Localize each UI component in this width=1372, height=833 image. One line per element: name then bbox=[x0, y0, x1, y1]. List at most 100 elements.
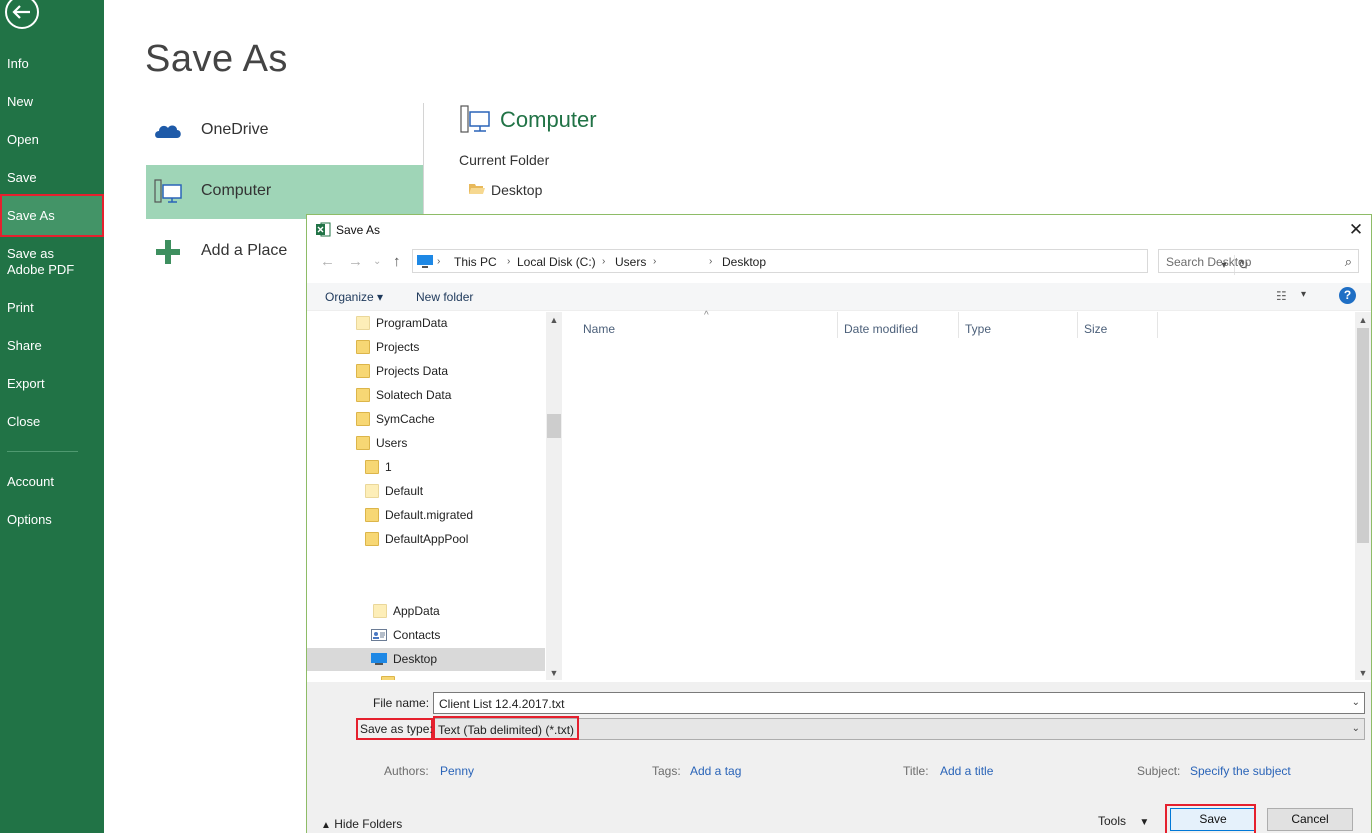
recent-dropdown-icon[interactable]: ⌄ bbox=[373, 256, 381, 267]
tree-item-selected[interactable]: Desktop bbox=[307, 648, 545, 671]
hide-folders-label: Hide Folders bbox=[334, 817, 403, 831]
address-bar[interactable]: › This PC › Local Disk (C:) › Users › › … bbox=[412, 249, 1249, 275]
nav-save-as[interactable]: Save As bbox=[0, 194, 104, 237]
column-size[interactable]: Size bbox=[1084, 322, 1107, 336]
current-folder-link[interactable]: Desktop bbox=[491, 182, 542, 198]
column-divider bbox=[423, 103, 424, 218]
tree-item[interactable]: SymCache bbox=[307, 408, 545, 431]
up-arrow-icon[interactable]: ↑ bbox=[393, 253, 401, 270]
tree-item[interactable]: Users bbox=[307, 432, 545, 455]
highlight-box bbox=[1165, 804, 1256, 833]
breadcrumb-item[interactable]: Local Disk (C:) bbox=[517, 255, 596, 269]
subject-value[interactable]: Specify the subject bbox=[1190, 764, 1291, 778]
nav-print[interactable]: Print bbox=[0, 300, 104, 316]
scroll-down-icon[interactable]: ▼ bbox=[546, 668, 562, 678]
place-computer[interactable]: Computer bbox=[146, 165, 423, 219]
address-row: ← → ⌄ ↑ › This PC › Local Disk (C:) › Us… bbox=[307, 249, 1371, 275]
file-list: ^ Name Date modified Type Size bbox=[564, 310, 1356, 680]
column-type[interactable]: Type bbox=[965, 322, 991, 336]
tree-item-label: DefaultAppPool bbox=[385, 532, 469, 546]
folder-icon bbox=[381, 676, 395, 680]
hide-folders-button[interactable]: ▲ Hide Folders bbox=[321, 817, 402, 831]
folder-open-icon bbox=[469, 184, 485, 194]
organize-button[interactable]: Organize ▾ bbox=[325, 290, 383, 304]
tree-item[interactable]: Projects Data bbox=[307, 360, 545, 383]
breadcrumb-item[interactable]: Desktop bbox=[722, 255, 766, 269]
nav-save-as-adobe-pdf[interactable]: Save as Adobe PDF bbox=[0, 246, 90, 278]
tree-item[interactable] bbox=[307, 672, 545, 680]
sort-caret-icon: ^ bbox=[704, 310, 709, 321]
new-folder-button[interactable]: New folder bbox=[416, 290, 473, 304]
folder-icon bbox=[356, 436, 370, 450]
breadcrumb-item[interactable]: This PC bbox=[454, 255, 497, 269]
nav-save[interactable]: Save bbox=[0, 170, 104, 186]
column-name[interactable]: Name bbox=[583, 322, 615, 336]
scroll-up-icon[interactable]: ▲ bbox=[546, 315, 562, 325]
scroll-thumb[interactable] bbox=[547, 414, 561, 438]
chevron-right-icon: › bbox=[437, 256, 441, 267]
tree-item[interactable]: Default bbox=[307, 480, 545, 503]
breadcrumb-item[interactable]: Users bbox=[615, 255, 646, 269]
tree-item[interactable]: ProgramData bbox=[307, 312, 545, 335]
title-value[interactable]: Add a title bbox=[940, 764, 993, 778]
tree-item-label: Users bbox=[376, 436, 408, 450]
tools-dropdown[interactable]: Tools ▼ bbox=[1098, 814, 1149, 828]
authors-value[interactable]: Penny bbox=[440, 764, 474, 778]
chevron-up-icon: ▲ bbox=[321, 820, 331, 831]
tags-value[interactable]: Add a tag bbox=[690, 764, 741, 778]
nav-close[interactable]: Close bbox=[0, 414, 104, 430]
tree-item-label: Desktop bbox=[393, 652, 438, 666]
scroll-thumb[interactable] bbox=[1357, 328, 1369, 543]
back-icon[interactable]: ← bbox=[320, 253, 335, 270]
this-pc-icon bbox=[417, 255, 433, 268]
chevron-down-icon[interactable]: ⌄ bbox=[1352, 697, 1360, 708]
computer-heading: Computer bbox=[500, 107, 597, 132]
chevron-down-icon[interactable]: ⌄ bbox=[1352, 723, 1360, 734]
file-name-value: Client List 12.4.2017.txt bbox=[439, 697, 565, 711]
folder-icon bbox=[365, 460, 379, 474]
excel-icon bbox=[316, 222, 331, 237]
tree-item[interactable]: Default.migrated bbox=[307, 504, 545, 527]
chevron-down-icon[interactable]: ▾ bbox=[1301, 289, 1306, 300]
tree-item[interactable]: AppData bbox=[307, 600, 545, 623]
place-onedrive[interactable]: OneDrive bbox=[146, 104, 423, 158]
title-label: Title: bbox=[903, 764, 929, 778]
column-date-modified[interactable]: Date modified bbox=[844, 322, 918, 336]
tree-item[interactable]: DefaultAppPool bbox=[307, 528, 545, 551]
dialog-titlebar: Save As ✕ bbox=[307, 215, 1371, 245]
tree-item[interactable]: Contacts bbox=[307, 624, 545, 647]
close-icon[interactable]: ✕ bbox=[1345, 219, 1367, 241]
tags-label: Tags: bbox=[652, 764, 681, 778]
search-input[interactable]: Search Desktop ⌕ bbox=[1158, 249, 1359, 273]
column-divider bbox=[1077, 312, 1078, 338]
cancel-button[interactable]: Cancel bbox=[1267, 808, 1353, 831]
scroll-down-icon[interactable]: ▼ bbox=[1355, 668, 1371, 678]
tree-scrollbar[interactable]: ▲ ▼ bbox=[546, 312, 562, 680]
nav-new[interactable]: New bbox=[0, 94, 104, 110]
nav-options[interactable]: Options bbox=[0, 512, 104, 528]
place-label: Computer bbox=[201, 182, 272, 199]
nav-info[interactable]: Info bbox=[0, 56, 104, 72]
forward-icon[interactable]: → bbox=[348, 253, 363, 270]
back-arrow-icon[interactable] bbox=[3, 0, 40, 30]
tree-item[interactable]: Solatech Data bbox=[307, 384, 545, 407]
current-folder-label: Current Folder bbox=[459, 152, 550, 168]
nav-account[interactable]: Account bbox=[0, 474, 104, 490]
chevron-down-icon: ▼ bbox=[1139, 817, 1150, 828]
scroll-up-icon[interactable]: ▲ bbox=[1355, 315, 1371, 325]
view-options-icon[interactable]: ☷ bbox=[1276, 289, 1296, 303]
help-icon[interactable]: ? bbox=[1339, 287, 1356, 304]
folder-icon bbox=[356, 412, 370, 426]
file-name-field[interactable]: Client List 12.4.2017.txt ⌄ bbox=[433, 692, 1365, 714]
file-list-scrollbar[interactable]: ▲ ▼ bbox=[1355, 312, 1371, 680]
column-divider bbox=[837, 312, 838, 338]
tree-item[interactable]: 1 bbox=[307, 456, 545, 479]
place-add-a-place[interactable]: Add a Place bbox=[146, 225, 306, 279]
nav-share[interactable]: Share bbox=[0, 338, 104, 354]
nav-open[interactable]: Open bbox=[0, 132, 104, 148]
folder-icon bbox=[373, 604, 387, 618]
computer-icon bbox=[154, 179, 182, 203]
nav-export[interactable]: Export bbox=[0, 376, 104, 392]
tree-item[interactable]: Projects bbox=[307, 336, 545, 359]
column-divider bbox=[1157, 312, 1158, 338]
